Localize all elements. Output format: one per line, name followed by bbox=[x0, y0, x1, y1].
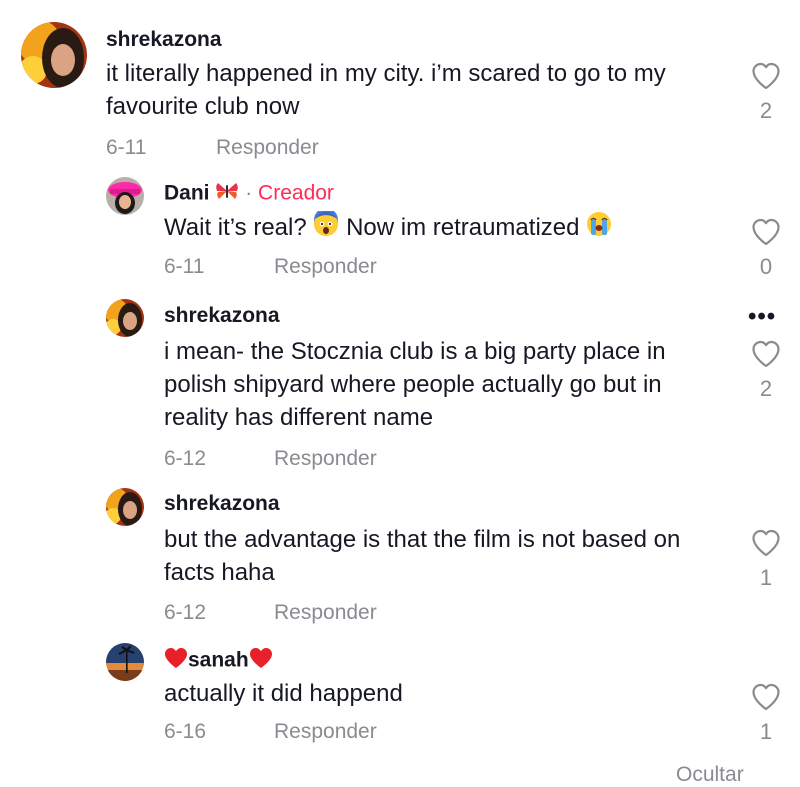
reply-button[interactable]: Responder bbox=[274, 447, 377, 471]
crying-face-emoji-icon bbox=[586, 211, 612, 246]
comment-text: but the advantage is that the film is no… bbox=[164, 526, 681, 586]
hide-replies-button[interactable]: Ocultar bbox=[676, 763, 744, 787]
reply-button[interactable]: Responder bbox=[274, 601, 377, 625]
reply-button[interactable]: Responder bbox=[216, 136, 319, 160]
comment-date: 6-16 bbox=[164, 720, 207, 743]
avatar[interactable] bbox=[106, 643, 144, 681]
reply-item: shrekazona but the advantage is that the… bbox=[0, 485, 800, 635]
red-heart-emoji-icon bbox=[249, 647, 273, 675]
heart-outline-icon bbox=[752, 529, 780, 557]
comment-username[interactable]: Dani · Creador bbox=[164, 181, 334, 207]
avatar[interactable] bbox=[106, 299, 144, 337]
comment-text-part: Wait it’s real? bbox=[164, 214, 307, 241]
comment-username[interactable]: shrekazona bbox=[106, 28, 222, 52]
like-button[interactable]: 2 bbox=[746, 340, 786, 402]
creator-separator: · bbox=[245, 181, 253, 205]
red-heart-emoji-icon bbox=[164, 647, 188, 675]
reply-item: shrekazona i mean- the Stocznia club is … bbox=[0, 295, 800, 485]
avatar[interactable] bbox=[106, 488, 144, 526]
butterfly-emoji-icon bbox=[215, 181, 239, 207]
avatar[interactable] bbox=[106, 177, 144, 215]
comment-date: 6-11 bbox=[164, 255, 205, 278]
comment-text: it literally happened in my city. i’m sc… bbox=[106, 60, 666, 120]
creator-label: Creador bbox=[258, 181, 334, 205]
heart-outline-icon bbox=[752, 218, 780, 246]
fearful-face-emoji-icon bbox=[313, 208, 339, 246]
like-button[interactable]: 0 bbox=[746, 218, 786, 280]
comment-date: 6-11 bbox=[106, 136, 147, 159]
reply-item: Dani · Creador Wait it’s real? Now im re… bbox=[0, 170, 800, 295]
creator-badge: · Creador bbox=[245, 182, 334, 205]
comment-text-part: Now im retraumatized bbox=[346, 214, 580, 241]
comment-item: shrekazona it literally happened in my c… bbox=[0, 0, 800, 170]
like-button[interactable]: 1 bbox=[746, 529, 786, 591]
comment-date: 6-12 bbox=[164, 601, 207, 624]
like-button[interactable]: 2 bbox=[746, 62, 786, 124]
like-count: 2 bbox=[759, 98, 773, 123]
like-count: 1 bbox=[759, 565, 773, 590]
heart-outline-icon bbox=[752, 340, 780, 368]
heart-outline-icon bbox=[752, 62, 780, 90]
reply-item: sanah actually it did happend 6-16 Respo… bbox=[0, 635, 800, 750]
username-text: Dani bbox=[164, 181, 210, 205]
like-count: 1 bbox=[759, 719, 773, 744]
comment-text: i mean- the Stocznia club is a big party… bbox=[164, 338, 666, 431]
more-options-icon[interactable]: ••• bbox=[748, 303, 776, 331]
comment-text: actually it did happend bbox=[164, 680, 403, 707]
like-button[interactable]: 1 bbox=[746, 683, 786, 745]
comment-username[interactable]: shrekazona bbox=[164, 304, 280, 328]
reply-button[interactable]: Responder bbox=[274, 720, 377, 744]
like-count: 0 bbox=[759, 254, 773, 279]
comment-text: Wait it’s real? Now im retraumatized bbox=[164, 208, 724, 246]
like-count: 2 bbox=[759, 376, 773, 401]
reply-button[interactable]: Responder bbox=[274, 255, 377, 279]
heart-outline-icon bbox=[752, 683, 780, 711]
avatar[interactable] bbox=[21, 22, 87, 88]
comment-date: 6-12 bbox=[164, 447, 207, 470]
username-text: sanah bbox=[188, 648, 249, 672]
comment-username[interactable]: sanah bbox=[164, 647, 273, 675]
comment-username[interactable]: shrekazona bbox=[164, 492, 280, 516]
